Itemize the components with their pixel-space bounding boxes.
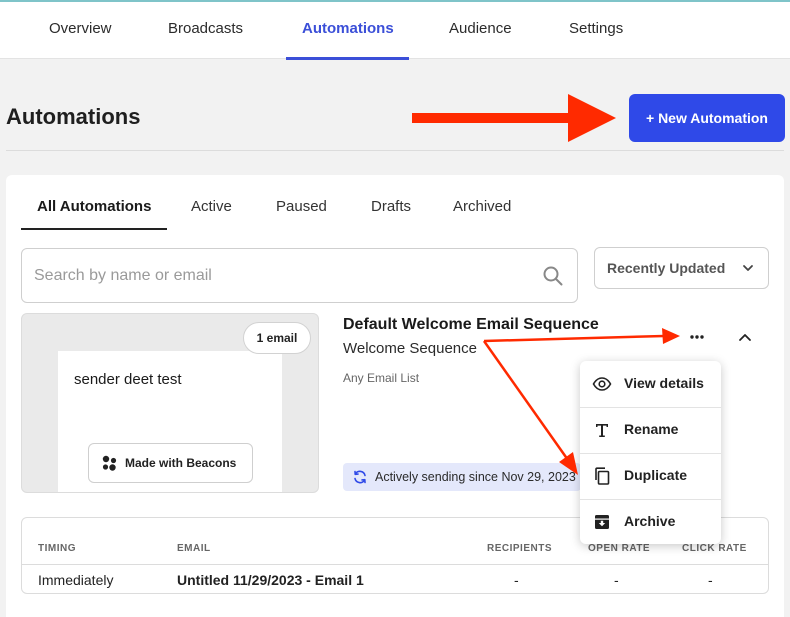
subtab-archived[interactable]: Archived [453, 198, 511, 215]
menu-item-label: Rename [624, 421, 679, 437]
automation-title[interactable]: Default Welcome Email Sequence [343, 316, 599, 334]
copy-icon [595, 467, 610, 485]
search-box [21, 248, 578, 303]
email-preview-card: sender deet test Made with Beacons [58, 351, 282, 492]
new-automation-button[interactable]: + New Automation [629, 94, 785, 142]
subtab-paused[interactable]: Paused [276, 198, 327, 215]
cell-recipients: - [514, 572, 519, 588]
tab-broadcasts[interactable]: Broadcasts [168, 2, 243, 59]
top-navigation: Overview Broadcasts Automations Audience… [0, 0, 790, 60]
status-badge: Actively sending since Nov 29, 2023 [343, 463, 581, 491]
made-with-label: Made with Beacons [125, 456, 237, 470]
beacons-logo-icon [102, 455, 117, 471]
cell-email[interactable]: Untitled 11/29/2023 - Email 1 [177, 572, 364, 588]
tab-audience[interactable]: Audience [449, 2, 512, 59]
chevron-up-icon[interactable] [734, 326, 756, 348]
subtab-drafts[interactable]: Drafts [371, 198, 411, 215]
automation-subtitle: Welcome Sequence [343, 340, 477, 357]
menu-item-label: View details [624, 375, 704, 391]
cell-open-rate: - [614, 572, 619, 588]
menu-item-view-details[interactable]: View details [580, 361, 721, 407]
column-header-email: EMAIL [177, 543, 211, 554]
subtab-active[interactable]: Active [191, 198, 232, 215]
search-input[interactable] [34, 263, 514, 289]
made-with-beacons-badge: Made with Beacons [88, 443, 253, 483]
email-preview[interactable]: sender deet test Made with Beacons 1 ema… [21, 313, 319, 493]
menu-item-duplicate[interactable]: Duplicate [580, 453, 721, 499]
menu-item-rename[interactable]: Rename [580, 407, 721, 453]
active-subtab-indicator [21, 228, 167, 230]
sort-dropdown[interactable]: Recently Updated [594, 247, 769, 289]
column-header-timing: TIMING [38, 543, 76, 554]
menu-item-archive[interactable]: Archive [580, 499, 721, 545]
tab-automations[interactable]: Automations [302, 2, 394, 59]
eye-icon [592, 377, 612, 391]
automation-list: Any Email List [343, 371, 420, 385]
sync-icon [354, 470, 366, 484]
tab-overview[interactable]: Overview [49, 2, 112, 59]
email-count-badge: 1 email [243, 322, 311, 354]
cell-click-rate: - [708, 572, 713, 588]
automation-options-menu: View details Rename Duplicate Archive [580, 361, 721, 544]
tab-settings[interactable]: Settings [569, 2, 623, 59]
annotation-arrow-new-automation [412, 94, 616, 142]
search-icon[interactable] [542, 265, 564, 287]
preview-sender-text: sender deet test [74, 371, 182, 388]
menu-item-label: Duplicate [624, 467, 688, 483]
header-divider [6, 150, 784, 151]
column-header-recipients: RECIPIENTS [487, 543, 553, 554]
text-icon [596, 424, 608, 437]
table-divider [22, 564, 768, 565]
cell-timing: Immediately [38, 572, 114, 588]
more-options-icon[interactable] [682, 325, 712, 349]
chevron-down-icon [743, 265, 753, 271]
subtab-all-automations[interactable]: All Automations [37, 198, 151, 215]
page-title: Automations [6, 104, 141, 129]
active-tab-indicator [286, 57, 409, 60]
status-text: Actively sending since Nov 29, 2023 [375, 470, 576, 484]
menu-item-label: Archive [624, 513, 676, 529]
archive-icon [595, 515, 609, 529]
sort-selected-label: Recently Updated [607, 260, 726, 276]
